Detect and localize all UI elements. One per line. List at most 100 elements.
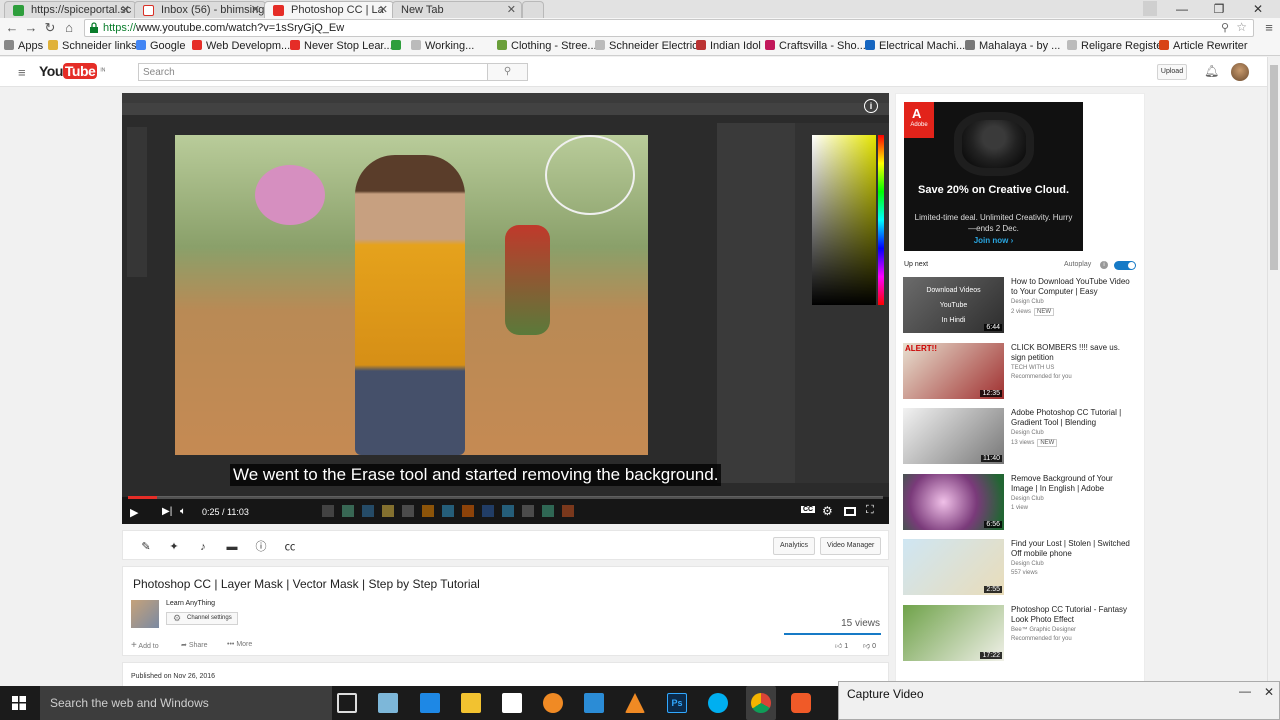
skype-icon[interactable]	[708, 693, 728, 713]
notifications-bell-icon[interactable]: 🔔︎	[1204, 64, 1219, 78]
bookmark-item[interactable]: Schneider links	[48, 40, 137, 52]
video-thumbnail[interactable]: 6:56	[903, 473, 1004, 530]
bookmark-item[interactable]: Clothing - Stree...	[497, 40, 597, 52]
bookmark-item[interactable]: Indian Idol	[696, 40, 761, 52]
next-icon[interactable]: ▶|	[162, 506, 172, 517]
annotations-icon[interactable]: ▬	[225, 540, 239, 554]
profile-icon[interactable]	[1143, 1, 1157, 16]
video-title[interactable]: Remove Background of Your Image | In Eng…	[1011, 474, 1136, 494]
youtube-logo[interactable]: You Tube IN	[39, 63, 105, 81]
search-input[interactable]: Search	[138, 63, 488, 81]
video-title[interactable]: Find your Lost | Stolen | Switched Off m…	[1011, 539, 1136, 559]
like-button[interactable]: 👍︎ 1	[835, 641, 848, 650]
bookmark-item[interactable]: Craftsvilla - Sho...	[765, 40, 866, 52]
ad-cta[interactable]: Join now ›	[912, 236, 1075, 245]
more-button[interactable]: ••• More	[227, 641, 252, 648]
restore-button[interactable]: ❐	[1197, 0, 1241, 18]
progress-bar[interactable]	[128, 496, 883, 499]
guide-menu-icon[interactable]: ≡	[18, 65, 26, 80]
up-next-item[interactable]: Download Videos YouTube In Hindi 6:44 How …	[903, 277, 1143, 335]
bookmark-item[interactable]: Mahalaya - by ...	[965, 40, 1060, 52]
add-to-button[interactable]: + Add to	[131, 640, 159, 651]
video-thumbnail[interactable]: 11:40	[903, 408, 1004, 464]
video-player[interactable]: i We went to the Erase tool and started …	[122, 93, 889, 524]
new-tab-button[interactable]	[522, 1, 544, 18]
close-tab-icon[interactable]: ✕	[251, 3, 260, 16]
page-scrollbar[interactable]	[1267, 57, 1280, 686]
zoom-search-icon[interactable]: ⚲	[1221, 21, 1229, 34]
bookmark-item[interactable]: Working...	[411, 40, 474, 52]
upload-button[interactable]: Upload	[1157, 64, 1187, 80]
bookmark-star-icon[interactable]: ☆	[1236, 20, 1247, 34]
home-icon[interactable]: ⌂	[60, 20, 78, 36]
captions-button[interactable]: CC	[801, 506, 816, 513]
dislike-button[interactable]: 👎︎ 0	[863, 641, 876, 650]
autoplay-info-icon[interactable]: i	[1100, 261, 1108, 269]
video-thumbnail[interactable]: ALERT!! 12:35	[903, 342, 1004, 399]
info-card-icon[interactable]: i	[864, 99, 878, 113]
store-icon[interactable]	[502, 693, 522, 713]
analytics-button[interactable]: Analytics	[773, 537, 816, 555]
internet-explorer-icon[interactable]	[584, 693, 604, 713]
subtitles-cc-icon[interactable]: ㏄	[283, 540, 297, 554]
bookmark-item[interactable]: Apps	[4, 40, 43, 52]
channel-avatar[interactable]	[131, 600, 159, 628]
close-window-button[interactable]: ✕	[1236, 0, 1280, 18]
up-next-item[interactable]: 6:56 Remove Background of Your Image | In…	[903, 473, 1143, 532]
bookmark-item[interactable]: Schneider Electric	[595, 40, 698, 52]
bookmark-item[interactable]: Google	[136, 40, 185, 52]
close-tab-icon[interactable]: ✕	[507, 3, 516, 16]
windows-start-icon[interactable]	[12, 696, 26, 710]
up-next-item[interactable]: 11:40 Adobe Photoshop CC Tutorial | Gradi…	[903, 408, 1143, 466]
video-thumbnail[interactable]: Download Videos YouTube In Hindi 6:44	[903, 277, 1004, 333]
tab-gmail[interactable]: Inbox (56) - bhimsing ✕	[134, 1, 266, 18]
up-next-item[interactable]: 2:55 Find your Lost | Stolen | Switched O…	[903, 539, 1143, 597]
scrollbar-thumb[interactable]	[1270, 65, 1278, 270]
tab-new-tab[interactable]: New Tab ✕	[392, 1, 522, 18]
video-title[interactable]: Adobe Photoshop CC Tutorial | Gradient T…	[1011, 408, 1136, 428]
video-title[interactable]: CLICK BOMBERS !!!! save us. sign petitio…	[1011, 343, 1136, 363]
settings-gear-icon[interactable]: ⚙	[822, 504, 833, 518]
theater-mode-icon[interactable]	[844, 507, 856, 516]
audio-note-icon[interactable]: ♪	[196, 540, 210, 554]
task-view-icon[interactable]	[337, 693, 357, 713]
forward-icon[interactable]: →	[22, 20, 40, 36]
bookmark-item[interactable]: Article Rewriter	[1159, 40, 1248, 52]
edit-pencil-icon[interactable]: ✎	[139, 540, 153, 554]
bookmark-item[interactable]: Religare Register	[1067, 40, 1166, 52]
enhance-wand-icon[interactable]: ✦	[167, 540, 181, 554]
channel-name[interactable]: Learn AnyThing	[166, 600, 215, 607]
close-tab-icon[interactable]: ✕	[379, 3, 388, 16]
bookmark-item[interactable]: Web Developm...	[192, 40, 290, 52]
file-explorer-icon[interactable]	[461, 693, 481, 713]
screen-recorder-icon[interactable]	[791, 693, 811, 713]
reload-icon[interactable]: ↻	[41, 20, 59, 36]
close-tab-icon[interactable]: ✕	[121, 3, 130, 16]
up-next-item[interactable]: 17:22 Photoshop CC Tutorial - Fantasy Loo…	[903, 604, 1143, 663]
up-next-item[interactable]: ALERT!! 12:35 CLICK BOMBERS !!!! save us. …	[903, 342, 1143, 401]
taskbar-search-box[interactable]: Search the web and Windows	[40, 686, 332, 720]
app-icon[interactable]	[378, 693, 398, 713]
photoshop-icon[interactable]: Ps	[667, 693, 687, 713]
video-title[interactable]: How to Download YouTube Video to Your Co…	[1011, 277, 1136, 297]
chrome-menu-icon[interactable]: ≡	[1260, 20, 1278, 36]
chrome-icon[interactable]	[751, 693, 771, 713]
edge-icon[interactable]	[420, 693, 440, 713]
capture-close-button[interactable]: ✕	[1264, 685, 1274, 699]
app-icon[interactable]	[543, 693, 563, 713]
vlc-icon[interactable]	[625, 693, 645, 713]
tab-youtube-active[interactable]: Photoshop CC | La ✕	[264, 1, 394, 18]
video-thumbnail[interactable]: 17:22	[903, 604, 1004, 661]
back-icon[interactable]: ←	[3, 20, 21, 36]
bookmark-item[interactable]: Electrical Machi...	[865, 40, 965, 52]
video-thumbnail[interactable]: 2:55	[903, 539, 1004, 595]
bookmark-item[interactable]: Never Stop Lear...	[290, 40, 393, 52]
search-button[interactable]: ⚲	[488, 63, 528, 81]
cards-info-icon[interactable]: ⓘ	[254, 540, 268, 554]
bookmark-item[interactable]	[391, 40, 405, 52]
volume-icon[interactable]: 🔈︎	[180, 506, 186, 517]
share-button[interactable]: ➦ Share	[181, 641, 208, 649]
avatar[interactable]	[1231, 63, 1249, 81]
address-bar[interactable]: https://www.youtube.com/watch?v=1sSryGjQ…	[84, 19, 1254, 37]
tab-spiceportal[interactable]: https://spiceportal.sc ✕	[4, 1, 136, 18]
